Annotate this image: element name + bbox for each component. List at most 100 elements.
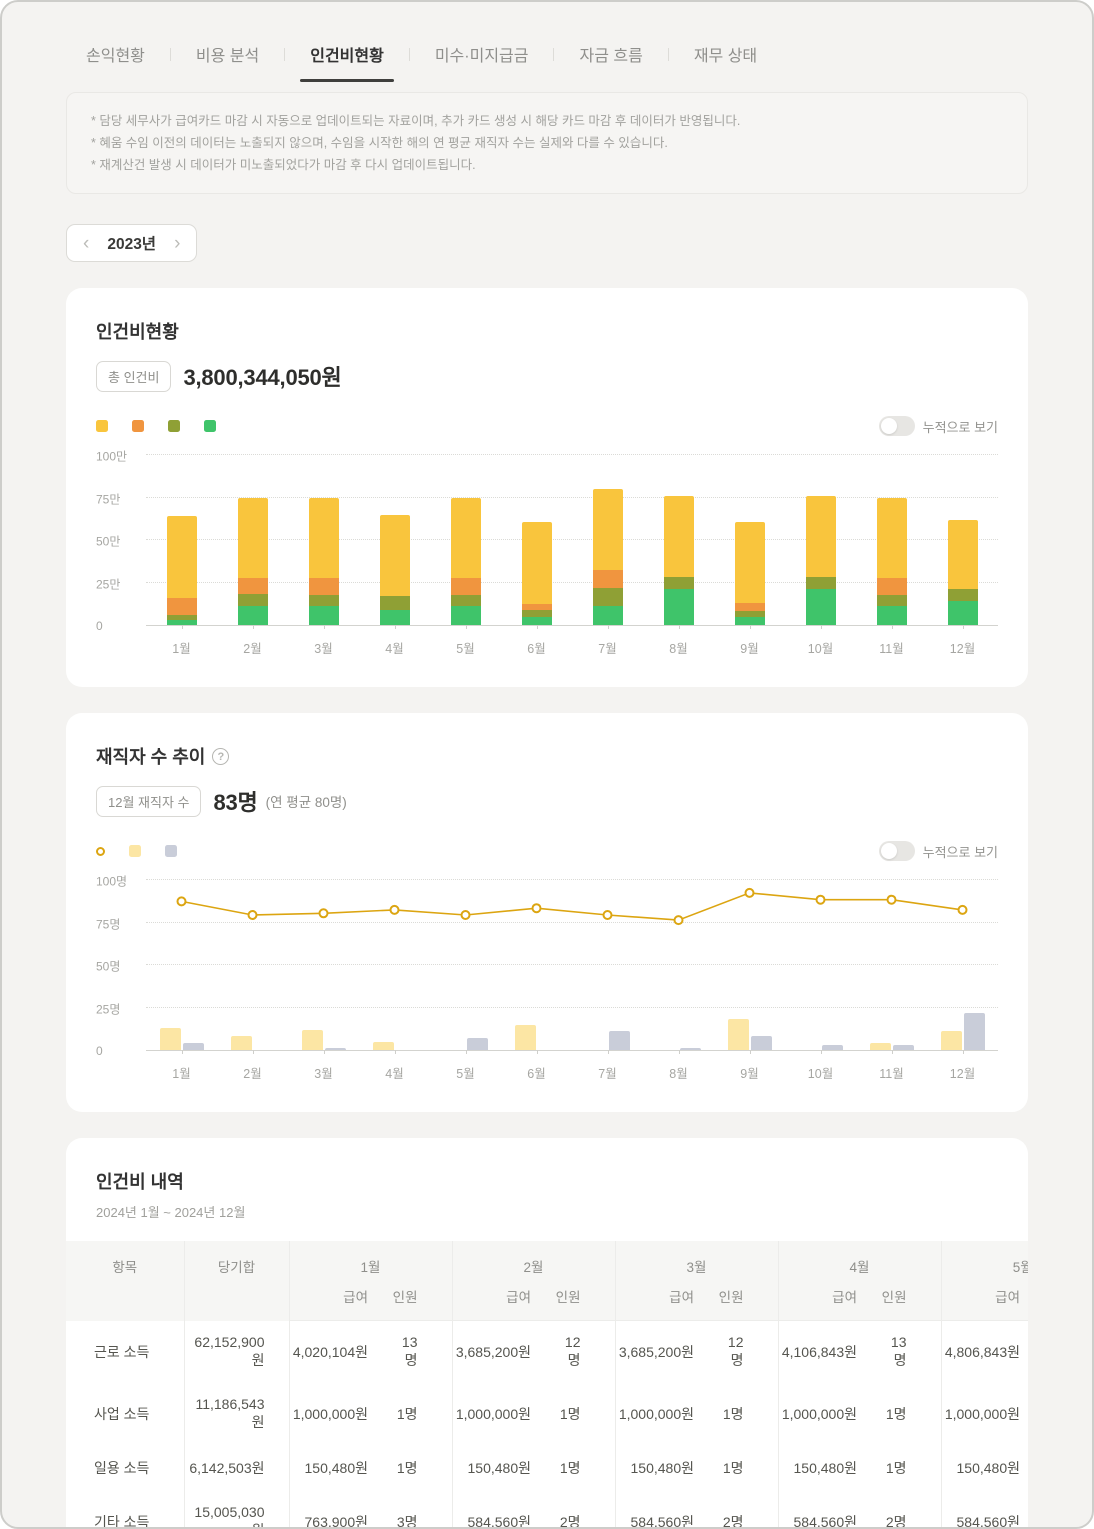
- cell-headcount: 1명: [722, 1460, 744, 1476]
- bar-column: [217, 456, 288, 629]
- cell-salary: 1,000,000원: [288, 1383, 390, 1445]
- bar-segment-기타 소득: [166, 619, 197, 625]
- bar-segment-근로 소득: [450, 497, 481, 579]
- december-headcount-badge: 12월 재직자 수: [96, 785, 202, 817]
- labor-cost-detail-table: 항목당기합1월2월3월4월5월급여인원급여인원급여인원급여인원급여인원근로 소득…: [66, 1241, 1028, 1529]
- x-tick-label: 4월: [385, 642, 404, 656]
- line-point: [744, 887, 755, 898]
- bar-segment-사업 소득: [521, 609, 552, 617]
- notice-box: * 담당 세무사가 급여카드 마감 시 자동으로 업데이트되는 자료이며, 추가…: [66, 92, 1028, 194]
- x-tick-label: 7월: [598, 642, 617, 656]
- line-point: [673, 915, 684, 926]
- year-selector[interactable]: ‹ 2023년 ›: [66, 224, 198, 262]
- tab-손익현황[interactable]: 손익현황: [82, 36, 149, 82]
- bar-segment-기타 소득: [805, 589, 836, 625]
- tab-자금 흐름[interactable]: 자금 흐름: [575, 36, 646, 82]
- total-labor-cost-value: 3,800,344,050원: [183, 365, 342, 390]
- col-header-headcount: 인원: [716, 1282, 778, 1321]
- x-tick-label: 9월: [740, 1067, 759, 1081]
- bar-column: [714, 456, 785, 629]
- bar-column: [146, 456, 217, 629]
- cell-period-total: 11,186,543원: [183, 1383, 289, 1445]
- headcount-title: 재직자 수 추이: [96, 747, 206, 767]
- cell-salary: 150,480원: [451, 1445, 553, 1491]
- x-tick-label: 12월: [949, 1067, 976, 1081]
- plot: [146, 454, 998, 629]
- bar-segment-사업 소득: [308, 595, 339, 607]
- total-labor-cost-badge: 총 인건비: [96, 360, 172, 392]
- bar-column: [501, 456, 572, 629]
- labor-cost-legend: [96, 420, 222, 432]
- cell-salary: 1,000,000원: [940, 1383, 1028, 1445]
- stacked-bar-3월: [308, 497, 339, 625]
- x-tick-label: 10월: [807, 1067, 834, 1081]
- cell-salary: 584,560원: [777, 1491, 879, 1527]
- col-header-salary: 급여: [614, 1282, 716, 1321]
- toggle-knob: [880, 843, 897, 859]
- cell-item: 일용 소득: [94, 1460, 150, 1476]
- col-header-3월: 3월: [614, 1241, 778, 1282]
- cell-headcount: 3명: [396, 1514, 418, 1529]
- tab-미수·미지급금[interactable]: 미수·미지급금: [431, 36, 533, 82]
- chart-area: 100명 75명 50명 25명 0 1월 2월 3월 4월 5월 6월 7월 8월 9월 10월 11월 12…: [96, 875, 998, 1082]
- bar-segment-사업 소득: [734, 610, 765, 618]
- tab-인건비현황[interactable]: 인건비현황: [300, 36, 394, 82]
- headcount-line: [176, 887, 968, 926]
- stacked-bar-12월: [947, 520, 978, 625]
- cell-salary: 150,480원: [940, 1445, 1028, 1491]
- cell-headcount: 1명: [559, 1406, 581, 1422]
- year-prev-button[interactable]: ‹: [81, 234, 91, 253]
- cell-period-total: 6,142,503원: [183, 1445, 289, 1491]
- tab-비용 분석[interactable]: 비용 분석: [192, 36, 263, 82]
- cell-salary: 4,106,843원: [777, 1320, 879, 1383]
- x-tick-label: 5월: [456, 1067, 475, 1081]
- plot: [146, 879, 998, 1054]
- tab-재무 상태[interactable]: 재무 상태: [690, 36, 761, 82]
- cumulative-toggle-2[interactable]: [878, 841, 915, 861]
- bar-segment-근로 소득: [592, 489, 623, 570]
- x-tick: [394, 625, 396, 629]
- stacked-bar-6월: [521, 522, 552, 625]
- y-tick-label: 50명: [96, 959, 121, 974]
- cell-headcount: 2명: [885, 1514, 907, 1529]
- cumulative-toggle-label: 누적으로 보기: [922, 419, 998, 435]
- section-tabs: 손익현황 비용 분석 인건비현황 미수·미지급금 자금 흐름 재무 상태: [82, 36, 1028, 82]
- labor-cost-detail-card: 인건비 내역 2024년 1월 ~ 2024년 12월 항목 당기합 1월 2월 3월 4…: [66, 1138, 1028, 1529]
- bar-column: [359, 456, 430, 629]
- col-header-headcount: 인원: [390, 1282, 452, 1321]
- bar-segment-사업 소득: [663, 577, 694, 590]
- bar-segment-근로 소득: [947, 520, 978, 590]
- help-icon[interactable]: ?: [212, 748, 230, 765]
- stacked-bar-7월: [592, 489, 623, 625]
- col-header-salary: 급여: [940, 1282, 1028, 1321]
- x-tick-label: 6월: [527, 642, 546, 656]
- december-headcount-value: 83명: [213, 790, 258, 815]
- labor-cost-title: 인건비현황: [96, 322, 179, 342]
- bar-segment-일용 소득: [166, 597, 197, 615]
- bar-segment-근로 소득: [876, 497, 907, 579]
- stacked-bar-8월: [663, 495, 694, 625]
- col-header-salary: 급여: [288, 1282, 390, 1321]
- chart-area: 100만 75만 50만 25만 0 1월 2월 3월 4월 5월 6월 7월 8월 9월 10월 11월 12…: [96, 450, 998, 657]
- col-header-salary: 급여: [451, 1282, 553, 1321]
- table-row: 근로 소득 62,152,900원 4,020,104원 13명 3,685,200원 1…: [66, 1320, 1028, 1383]
- cell-item: 근로 소득: [94, 1343, 150, 1360]
- x-tick-label: 3월: [314, 1067, 333, 1081]
- bar-segment-기타 소득: [237, 606, 268, 625]
- col-header-item: 항목: [112, 1260, 138, 1275]
- app-window: 손익현황 비용 분석 인건비현황 미수·미지급금 자금 흐름 재무 상태 * 담당 세무사…: [0, 0, 1094, 1529]
- cell-period-total: 15,005,030원: [183, 1491, 289, 1527]
- year-next-button[interactable]: ›: [172, 234, 182, 253]
- detail-title: 인건비 내역: [96, 1172, 184, 1192]
- line-point: [318, 908, 329, 919]
- cumulative-toggle[interactable]: [878, 416, 915, 436]
- cell-salary: 4,020,104원: [288, 1320, 390, 1383]
- x-tick-label: 2월: [243, 1067, 262, 1081]
- x-tick-label: 8월: [669, 1067, 688, 1081]
- y-tick-label: 25명: [96, 1002, 121, 1016]
- bar-segment-기타 소득: [379, 609, 410, 625]
- col-header-1월: 1월: [288, 1241, 452, 1282]
- notice-line: * 담당 세무사가 급여카드 마감 시 자동으로 업데이트되는 자료이며, 추가…: [91, 114, 741, 128]
- cell-salary: 1,000,000원: [614, 1383, 716, 1445]
- x-tick: [962, 625, 964, 629]
